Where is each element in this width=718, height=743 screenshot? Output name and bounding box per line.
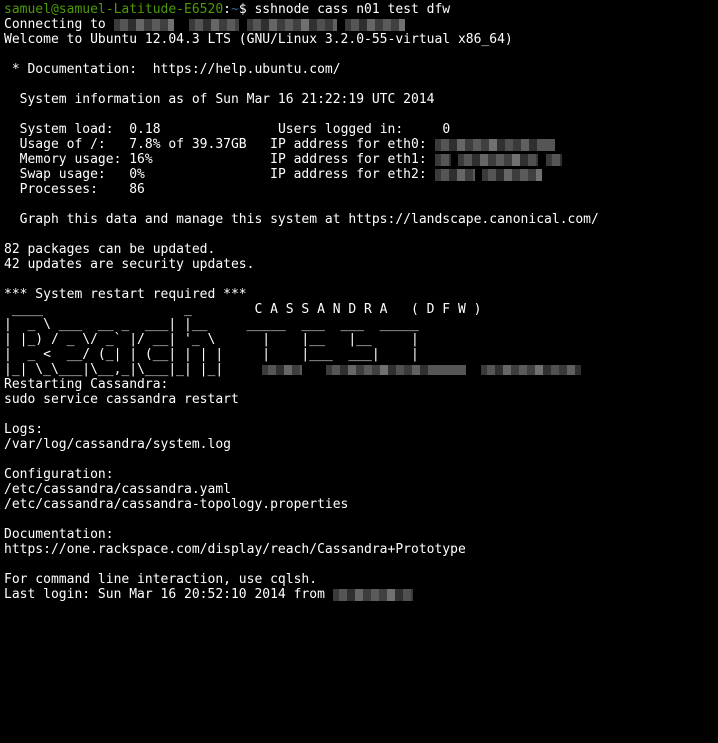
redacted-ip [435, 154, 451, 166]
connecting-line: Connecting to [4, 17, 405, 32]
restart-required: *** System restart required *** [4, 287, 247, 302]
configuration-label: Configuration: [4, 467, 114, 482]
cqlsh-hint: For command line interaction, use cqlsh. [4, 572, 317, 587]
terminal-output[interactable]: samuel@samuel-Latitude-E6520:~$ sshnode … [0, 0, 718, 604]
logs-label: Logs: [4, 422, 43, 437]
redacted-ip [435, 139, 555, 151]
redacted-ip [458, 154, 538, 166]
redacted-ip [435, 169, 475, 181]
redacted-ip [482, 169, 542, 181]
restart-command: sudo service cassandra restart [4, 392, 239, 407]
redacted [262, 365, 302, 375]
redacted-ip [546, 154, 562, 166]
stat-usage: Usage of /: 7.8% of 39.37GB IP address f… [4, 137, 435, 152]
redacted [326, 365, 466, 375]
security-updates: 42 updates are security updates. [4, 257, 254, 272]
last-login: Last login: Sun Mar 16 20:52:10 2014 fro… [4, 587, 333, 602]
config-path-1: /etc/cassandra/cassandra.yaml [4, 482, 231, 497]
stat-swap: Swap usage: 0% IP address for eth2: [4, 167, 435, 182]
redacted-host [247, 19, 337, 31]
logs-path: /var/log/cassandra/system.log [4, 437, 231, 452]
stat-memory: Memory usage: 16% IP address for eth1: [4, 152, 435, 167]
documentation-label: Documentation: [4, 527, 114, 542]
pkg-updates: 82 packages can be updated. [4, 242, 215, 257]
redacted [481, 365, 581, 375]
redacted-host [114, 19, 174, 31]
redacted-host [345, 19, 405, 31]
prompt-path: ~ [231, 2, 239, 17]
redacted-host [333, 589, 413, 601]
prompt-sigil: $ [239, 2, 247, 17]
entered-command: sshnode cass n01 test dfw [247, 2, 451, 17]
restarting-label: Restarting Cassandra: [4, 377, 168, 392]
graph-line: Graph this data and manage this system a… [4, 212, 599, 227]
redacted-host [189, 19, 239, 31]
prompt-user: samuel@samuel-Latitude-E6520 [4, 2, 223, 17]
sysinfo-header: System information as of Sun Mar 16 21:2… [4, 92, 434, 107]
stat-processes: Processes: 86 [4, 182, 145, 197]
prompt-sep: : [223, 2, 231, 17]
documentation-line: * Documentation: https://help.ubuntu.com… [4, 62, 341, 77]
stat-system-load: System load: 0.18 Users logged in: 0 [4, 122, 450, 137]
config-path-2: /etc/cassandra/cassandra-topology.proper… [4, 497, 348, 512]
welcome-line: Welcome to Ubuntu 12.04.3 LTS (GNU/Linux… [4, 32, 513, 47]
documentation-url: https://one.rackspace.com/display/reach/… [4, 542, 466, 557]
